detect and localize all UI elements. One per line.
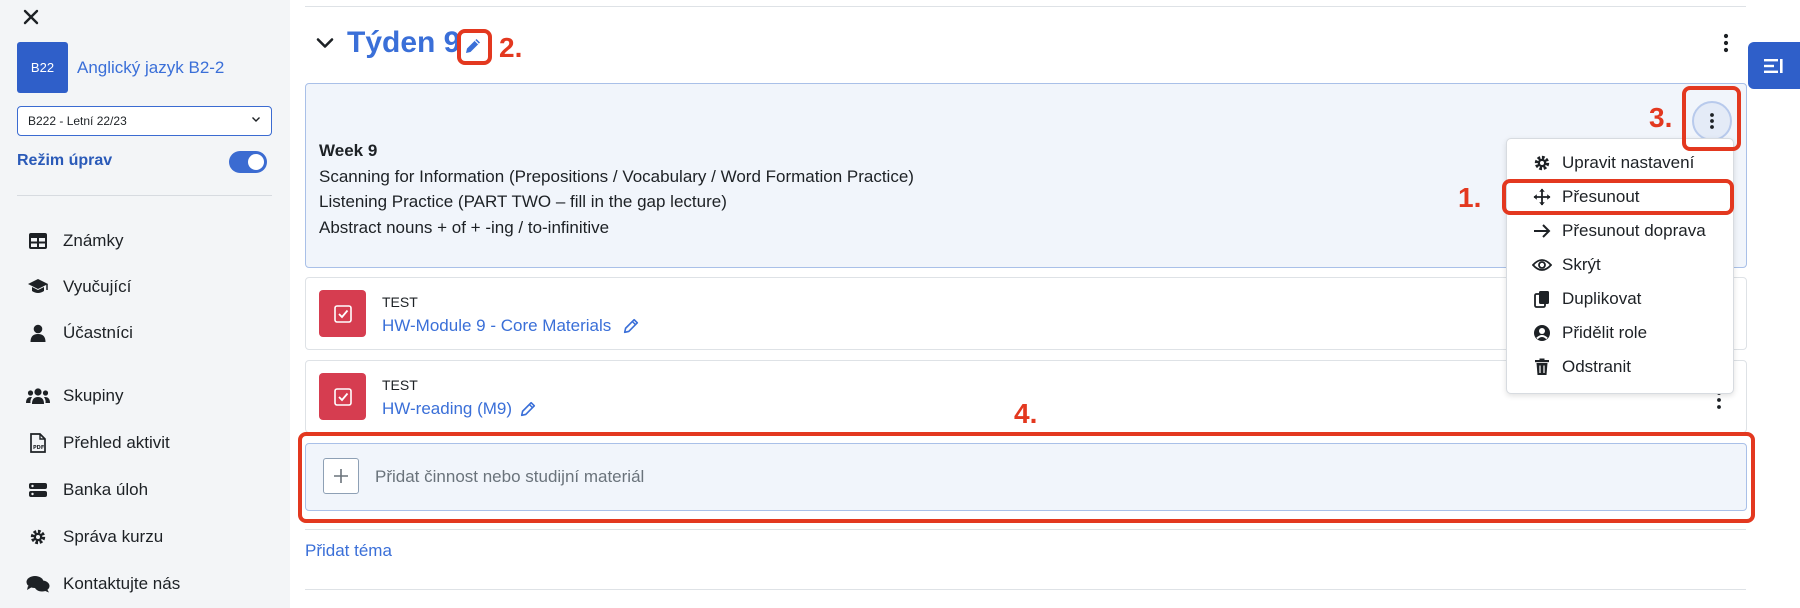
edit-mode-toggle[interactable] (229, 151, 267, 173)
chevron-down-icon (252, 117, 260, 122)
menu-item-label: Přesunout doprava (1562, 221, 1706, 240)
svg-text:PDF: PDF (33, 445, 44, 451)
pencil-icon[interactable] (463, 36, 483, 56)
course-name-link[interactable]: Anglický jazyk B2-2 (77, 58, 224, 78)
annotation-label: 2. (499, 32, 523, 63)
menu-item-duplicate[interactable]: Duplikovat (1507, 282, 1735, 316)
grades-table-icon (26, 229, 50, 253)
arrow-right-icon (1532, 221, 1552, 241)
sidebar-item-label: Správa kurzu (63, 527, 164, 546)
menu-item-label: Upravit nastavení (1562, 153, 1695, 172)
menu-item-assign-roles[interactable]: Přidělit role (1507, 316, 1735, 350)
menu-item-move-right[interactable]: Přesunout doprava (1507, 214, 1735, 248)
sidebar-item-label: Vyučující (63, 277, 132, 296)
course-select-value: B222 - Letní 22/23 (28, 114, 127, 128)
add-activity-label: Přidat činnost nebo studijní materiál (375, 467, 645, 486)
sidebar-item-label: Přehled aktivit (63, 433, 170, 452)
copy-icon (1532, 289, 1552, 309)
close-icon (23, 9, 39, 25)
add-activity-button[interactable]: Přidat činnost nebo studijní materiál (305, 443, 1747, 511)
sidebar-item-label: Známky (63, 231, 124, 250)
activity-type: TEST (382, 377, 418, 393)
sidebar-item-participants[interactable]: Účastníci (26, 318, 133, 348)
menu-item-label: Skrýt (1562, 255, 1601, 274)
course-index-drawer: B22 Anglický jazyk B2-2 B222 - Letní 22/… (0, 0, 290, 608)
menu-item-label: Přesunout (1562, 187, 1640, 206)
sidebar-item-contact[interactable]: Kontaktujte nás (26, 569, 180, 599)
question-bank-icon (26, 478, 50, 502)
activity-link[interactable]: HW-reading (M9) (382, 399, 512, 419)
sidebar-item-teachers[interactable]: Vyučující (26, 272, 131, 302)
edit-mode-label: Režim úprav (17, 152, 113, 169)
annotation-label: 4. (1014, 398, 1038, 429)
course-tile: B22 (17, 42, 68, 93)
activity-type: TEST (382, 294, 418, 310)
menu-item-move[interactable]: Přesunout (1507, 180, 1735, 214)
plus-icon (323, 458, 359, 494)
section-divider (305, 6, 1746, 7)
sidebar-item-label: Kontaktujte nás (63, 574, 181, 593)
sidebar-item-question-bank[interactable]: Banka úloh (26, 475, 148, 505)
eye-icon (1532, 255, 1552, 275)
annotation-label: 1. (1458, 182, 1482, 213)
sidebar-item-label: Skupiny (63, 386, 124, 405)
pencil-icon[interactable] (519, 400, 537, 418)
more-vertical-icon (1710, 113, 1714, 129)
comments-icon (26, 572, 50, 596)
pencil-icon[interactable] (622, 317, 640, 335)
section-actions-menu: Upravit nastavení Přesunout Přesunout do… (1506, 138, 1734, 394)
sidebar-item-activity-overview[interactable]: PDF Přehled aktivit (26, 428, 170, 458)
quiz-icon (319, 290, 366, 337)
quiz-icon (319, 373, 366, 420)
course-select[interactable]: B222 - Letní 22/23 (17, 106, 272, 136)
sidebar-item-grades[interactable]: Známky (26, 226, 123, 256)
chevron-down-icon[interactable] (314, 32, 336, 54)
graduation-cap-icon (26, 275, 50, 299)
annotation-label: 3. (1649, 102, 1673, 133)
move-arrows-icon (1532, 187, 1552, 207)
menu-item-edit-settings[interactable]: Upravit nastavení (1507, 146, 1735, 180)
users-group-icon (26, 384, 50, 408)
menu-item-delete[interactable]: Odstranit (1507, 350, 1735, 384)
menu-item-label: Přidělit role (1562, 323, 1648, 342)
activity-link[interactable]: HW-Module 9 - Core Materials (382, 316, 611, 336)
sidebar-item-groups[interactable]: Skupiny (26, 381, 123, 411)
section-divider (305, 589, 1746, 590)
gear-icon (26, 525, 50, 549)
summary-actions-button[interactable] (1692, 101, 1732, 141)
section-divider (305, 529, 1746, 530)
sidebar-item-label: Banka úloh (63, 480, 149, 499)
block-drawer-button[interactable] (1748, 42, 1800, 89)
sidebar-item-label: Účastníci (63, 323, 133, 342)
summary-text: Week 9 Scanning for Information (Preposi… (319, 138, 914, 240)
summary-heading: Week 9 (319, 141, 378, 160)
pdf-file-icon: PDF (26, 431, 50, 455)
menu-item-hide[interactable]: Skrýt (1507, 248, 1735, 282)
user-icon (26, 321, 50, 345)
user-circle-icon (1532, 323, 1552, 343)
sidebar-divider (17, 195, 272, 196)
sidebar-item-course-admin[interactable]: Správa kurzu (26, 522, 163, 552)
add-topic-link[interactable]: Přidat téma (305, 541, 392, 561)
close-drawer-button[interactable] (18, 4, 44, 30)
list-indent-icon (1764, 58, 1783, 73)
menu-item-label: Duplikovat (1562, 289, 1642, 308)
menu-item-label: Odstranit (1562, 357, 1631, 376)
summary-line: Listening Practice (PART TWO – fill in t… (319, 192, 727, 211)
section-title[interactable]: Týden 9 (347, 26, 460, 60)
gear-icon (1532, 153, 1552, 173)
summary-line: Abstract nouns + of + -ing / to-infiniti… (319, 217, 610, 237)
summary-line: Scanning for Information (Prepositions /… (319, 166, 914, 186)
section-more-icon[interactable] (1720, 32, 1732, 54)
trash-icon (1532, 357, 1552, 377)
